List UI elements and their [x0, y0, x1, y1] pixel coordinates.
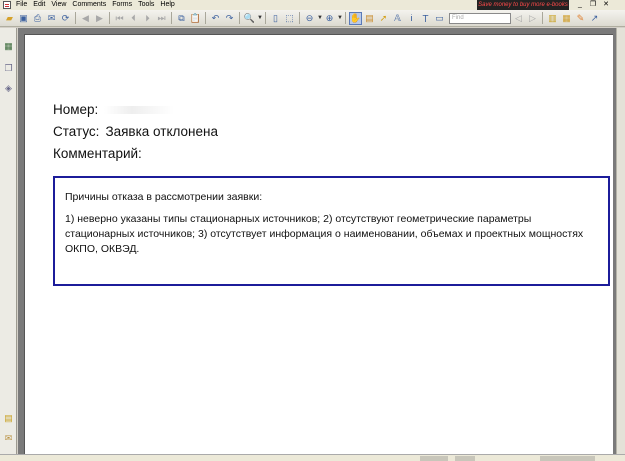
toolbar-separator [299, 12, 300, 24]
find-input[interactable]: Find [449, 12, 511, 24]
comments-panel-icon[interactable]: ▤ [3, 412, 14, 424]
pdf-page: Номер: Статус: Заявка отклонена Комментар… [24, 34, 613, 459]
navigation-panel: ▦ ❐ ◈ ▤ ✉ [0, 28, 17, 454]
toolbar-separator [239, 12, 240, 24]
bookmarks-panel-icon[interactable]: ❐ [3, 62, 14, 74]
hand-tool-icon[interactable]: ✋ [349, 11, 362, 25]
close-icon[interactable]: ✕ [601, 1, 611, 9]
prev-page-icon[interactable]: ⏴ [127, 12, 140, 25]
find-prev-icon[interactable]: ◁ [512, 12, 525, 25]
comment-row: Комментарий: [53, 146, 142, 161]
highlight-icon[interactable]: ✎ [574, 12, 587, 25]
status-label: Статус: [53, 124, 100, 139]
toolbar-separator [109, 12, 110, 24]
note-icon[interactable]: ▦ [560, 12, 573, 25]
comment-label: Комментарий: [53, 146, 142, 161]
chevron-down-icon[interactable]: ▼ [337, 15, 343, 21]
image-tool-icon[interactable]: ▭ [433, 12, 446, 25]
email-icon[interactable]: ✉ [45, 12, 58, 25]
toolbar-separator [345, 12, 346, 24]
number-row: Номер: [53, 102, 175, 117]
redo-icon[interactable]: ↷ [223, 12, 236, 25]
page-layout-control[interactable] [455, 456, 475, 461]
comment-heading: Причины отказа в рассмотрении заявки: [65, 191, 263, 203]
zoom-out-icon[interactable]: ⊖ [303, 12, 316, 25]
redacted-number [104, 106, 175, 114]
zoom-tool-icon[interactable]: 🔍 [243, 12, 256, 25]
promo-banner[interactable]: Save money to buy more e-books [477, 0, 569, 10]
chevron-down-icon[interactable]: ▼ [317, 15, 323, 21]
copy-icon[interactable]: ⧉ [175, 12, 188, 25]
page-navigation-control[interactable] [420, 456, 448, 461]
vertical-scrollbar[interactable] [616, 28, 625, 454]
layers-panel-icon[interactable]: ◈ [3, 82, 14, 94]
toolbar-separator [205, 12, 206, 24]
chevron-down-icon[interactable]: ▼ [257, 15, 263, 21]
comment-text: 1) неверно указаны типы стационарных ист… [65, 213, 584, 255]
toolbar-separator [171, 12, 172, 24]
pages-thumbnail-icon[interactable]: ▦ [3, 40, 14, 52]
minimize-icon[interactable]: _ [575, 1, 585, 9]
toolbar-separator [265, 12, 266, 24]
find-text-icon[interactable]: 𝔸 [391, 12, 404, 25]
link-arrow-icon[interactable]: ↗ [588, 12, 601, 25]
zoom-in-icon[interactable]: ⊕ [323, 12, 336, 25]
menu-comments[interactable]: Comments [69, 0, 109, 10]
forward-icon[interactable]: ▶ [93, 12, 106, 25]
comment-box: Причины отказа в рассмотрении заявки: 1)… [53, 176, 610, 286]
rotate-icon[interactable]: ⟳ [59, 12, 72, 25]
number-label: Номер: [53, 102, 99, 117]
restore-icon[interactable]: ❐ [588, 1, 598, 9]
toolbar-separator [542, 12, 543, 24]
status-value: Заявка отклонена [105, 124, 218, 139]
menu-help[interactable]: Help [157, 0, 177, 10]
status-row: Статус: Заявка отклонена [53, 124, 218, 139]
pdf-viewer-window: File Edit View Comments Forms Tools Help… [0, 0, 625, 461]
back-icon[interactable]: ◀ [79, 12, 92, 25]
undo-icon[interactable]: ↶ [209, 12, 222, 25]
first-page-icon[interactable]: ⏮ [113, 12, 126, 25]
fit-page-icon[interactable]: ▯ [269, 12, 282, 25]
menu-forms[interactable]: Forms [109, 0, 135, 10]
page-size-readout [540, 456, 595, 461]
menu-tools[interactable]: Tools [135, 0, 157, 10]
next-page-icon[interactable]: ⏵ [141, 12, 154, 25]
menu-bar: File Edit View Comments Forms Tools Help… [0, 0, 625, 10]
attachments-panel-icon[interactable]: ✉ [3, 432, 14, 444]
find-next-icon[interactable]: ▷ [526, 12, 539, 25]
select-text-icon[interactable]: Ꭵ [405, 12, 418, 25]
status-bar [0, 454, 625, 461]
toolbar-separator [75, 12, 76, 24]
save-icon[interactable]: ▣ [17, 12, 30, 25]
typewriter-icon[interactable]: Ｔ [419, 12, 432, 25]
menu-file[interactable]: File [13, 0, 30, 10]
open-folder-icon[interactable]: ▰ [3, 12, 16, 25]
paste-icon[interactable]: 📋 [189, 12, 202, 25]
print-icon[interactable]: ⎙ [31, 12, 44, 25]
last-page-icon[interactable]: ⏭ [155, 12, 168, 25]
app-document-icon [3, 1, 11, 9]
select-arrow-icon[interactable]: ➚ [377, 12, 390, 25]
fit-width-icon[interactable]: ⬚ [283, 12, 296, 25]
bookmark-icon[interactable]: ▥ [546, 12, 559, 25]
main-toolbar: ▰ ▣ ⎙ ✉ ⟳ ◀ ▶ ⏮ ⏴ ⏵ ⏭ ⧉ 📋 ↶ ↷ 🔍 ▼ ▯ ⬚ ⊖ … [0, 10, 625, 27]
menu-view[interactable]: View [48, 0, 69, 10]
snapshot-icon[interactable]: ▤ [363, 12, 376, 25]
document-viewport[interactable]: Номер: Статус: Заявка отклонена Комментар… [18, 28, 625, 459]
menu-edit[interactable]: Edit [30, 0, 48, 10]
